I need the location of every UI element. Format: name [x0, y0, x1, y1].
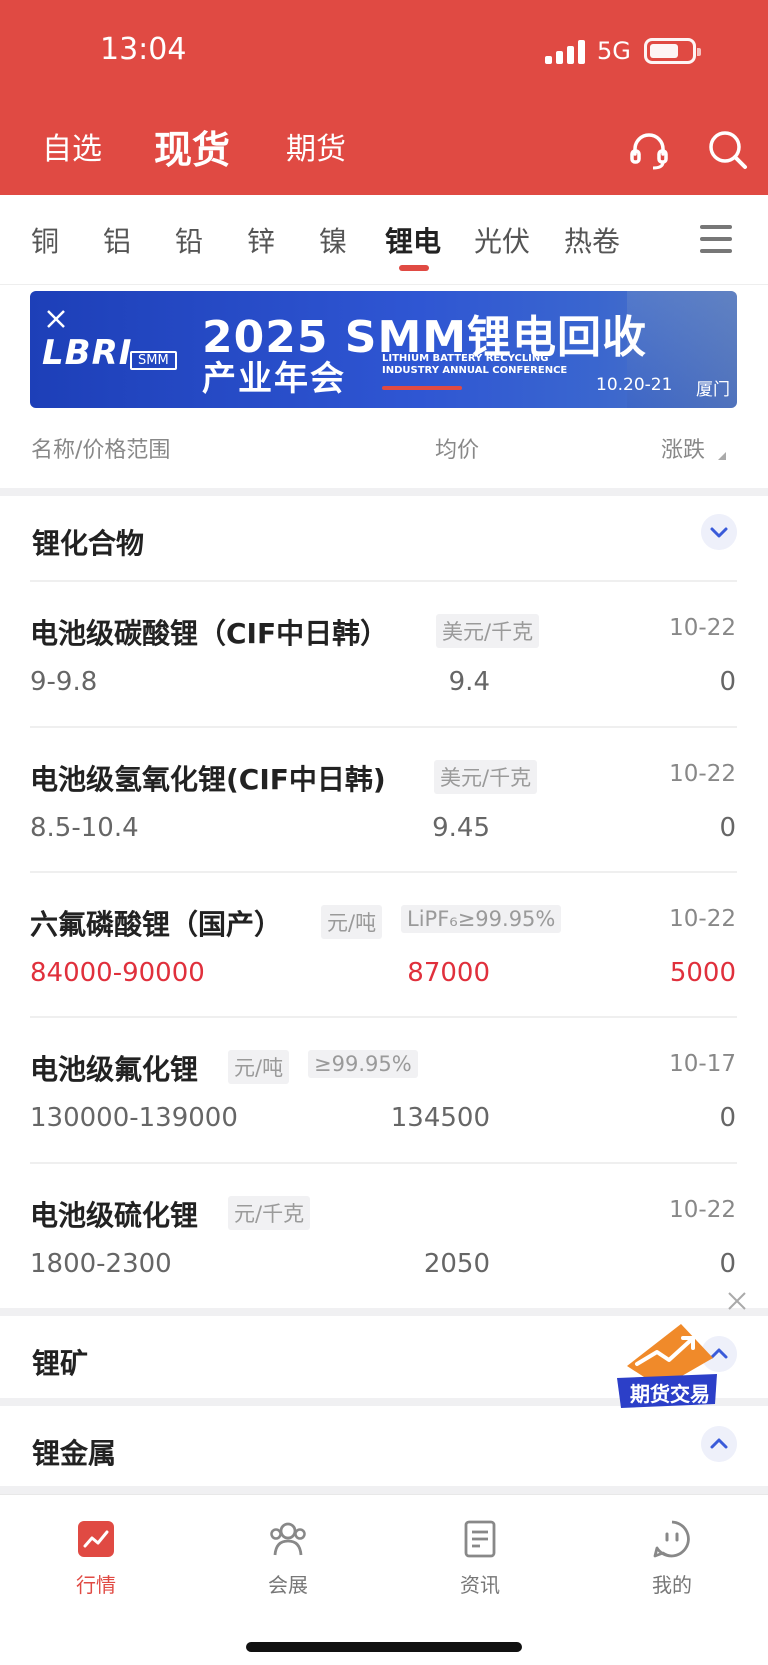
category-photovoltaic[interactable]: 光伏 [474, 220, 530, 260]
market-chart-icon [78, 1521, 114, 1557]
average-price: 2050 [423, 1249, 490, 1279]
unit-tag: 元/吨 [228, 1050, 290, 1084]
category-aluminum[interactable]: 铝 [103, 220, 131, 260]
average-price: 9.4 [448, 667, 490, 697]
row-divider [30, 580, 737, 582]
nav-exhibition[interactable]: 会展 [238, 1519, 338, 1598]
cell-signal-icon [545, 40, 585, 64]
banner-title-line2: 产业年会 [202, 359, 346, 399]
row-divider [30, 871, 737, 873]
category-lead[interactable]: 铅 [175, 220, 203, 260]
price-range: 9-9.8 [30, 667, 98, 697]
price-date: 10-22 [669, 906, 736, 932]
unit-tag: 美元/千克 [436, 614, 540, 648]
price-range: 8.5-10.4 [30, 813, 139, 843]
average-price: 87000 [407, 958, 490, 988]
section-title-lithium-metal[interactable]: 锂金属 [32, 1432, 116, 1472]
nav-label: 行情 [76, 1573, 116, 1597]
search-icon[interactable] [706, 128, 750, 172]
section-divider [0, 1486, 768, 1494]
column-header-name: 名称/价格范围 [31, 438, 171, 463]
chevron-up-icon[interactable] [701, 1426, 737, 1462]
home-indicator[interactable] [246, 1642, 522, 1652]
nav-market[interactable]: 行情 [46, 1519, 146, 1598]
banner-logo: LBRI [42, 333, 133, 373]
section-divider [0, 488, 768, 496]
row-divider [30, 726, 737, 728]
row-divider [30, 1162, 737, 1164]
hamburger-menu-icon[interactable] [700, 225, 732, 253]
profile-face-icon [653, 1520, 690, 1558]
active-tab-indicator [399, 265, 429, 271]
bottom-navigation: 行情 会展 资讯 我的 [0, 1494, 768, 1665]
network-type: 5G [597, 37, 631, 65]
banner-city: 厦门 [696, 380, 730, 400]
status-time: 13:04 [100, 32, 187, 67]
column-header-avg: 均价 [435, 438, 480, 463]
category-copper[interactable]: 铜 [31, 220, 59, 260]
people-icon [270, 1522, 306, 1556]
average-price: 9.45 [432, 813, 490, 843]
nav-label: 资讯 [460, 1573, 500, 1597]
price-change: 0 [719, 667, 736, 697]
product-name: 六氟磷酸锂（国产） [30, 908, 283, 941]
battery-icon [644, 38, 701, 64]
product-name: 电池级碳酸锂（CIF中日韩） [30, 617, 389, 650]
price-range: 84000-90000 [30, 958, 205, 988]
chevron-down-icon[interactable] [701, 514, 737, 550]
price-change: 5000 [669, 958, 736, 988]
unit-tag: 元/千克 [228, 1196, 311, 1230]
tab-spot[interactable]: 现货 [154, 119, 230, 174]
banner-english-text: LITHIUM BATTERY RECYCLING INDUSTRY ANNUA… [382, 353, 568, 376]
section-title-lithium-compounds[interactable]: 锂化合物 [32, 522, 144, 562]
tab-watchlist[interactable]: 自选 [42, 124, 102, 168]
category-lithium-battery[interactable]: 锂电 [385, 220, 441, 260]
section-divider [0, 1308, 768, 1316]
price-date: 10-22 [669, 615, 736, 641]
nav-label: 我的 [652, 1573, 692, 1597]
banner-decoration [382, 386, 462, 390]
category-hot-rolled-coil[interactable]: 热卷 [564, 220, 620, 260]
category-bar: 铜 铝 铅 锌 镍 锂电 光伏 热卷 [0, 195, 768, 285]
price-range: 130000-139000 [30, 1103, 238, 1133]
tab-futures[interactable]: 期货 [286, 124, 346, 168]
price-change: 0 [719, 1249, 736, 1279]
close-icon[interactable] [726, 1290, 748, 1312]
banner-date: 10.20-21 [596, 375, 673, 395]
sort-icon[interactable] [718, 452, 726, 460]
futures-trading-badge[interactable]: 期货交易 [617, 1318, 721, 1413]
product-name: 电池级硫化锂 [30, 1199, 199, 1232]
futures-trading-label: 期货交易 [630, 1382, 710, 1406]
price-date: 10-22 [669, 1197, 736, 1223]
nav-label: 会展 [268, 1573, 308, 1597]
category-nickel[interactable]: 镍 [319, 220, 347, 260]
nav-profile[interactable]: 我的 [622, 1519, 722, 1598]
headset-icon[interactable] [627, 128, 671, 172]
section-title-lithium-ore[interactable]: 锂矿 [32, 1342, 88, 1382]
unit-tag: 元/吨 [321, 905, 383, 939]
category-zinc[interactable]: 锌 [247, 220, 275, 260]
spec-tag: ≥99.95% [308, 1050, 418, 1078]
nav-news[interactable]: 资讯 [430, 1519, 530, 1598]
price-change: 0 [719, 1103, 736, 1133]
price-change: 0 [719, 813, 736, 843]
banner-logo-sub: SMM [130, 351, 177, 370]
price-date: 10-17 [669, 1051, 736, 1077]
conference-banner[interactable]: LBRI SMM 2025 SMM锂电回收 产业年会 LITHIUM BATTE… [30, 291, 737, 408]
price-range: 1800-2300 [30, 1249, 172, 1279]
top-header: 13:04 5G 自选 现货 期货 [0, 0, 768, 195]
close-icon[interactable] [44, 307, 68, 331]
spec-tag: LiPF₆≥99.95% [401, 905, 562, 933]
price-date: 10-22 [669, 761, 736, 787]
product-name: 电池级氢氧化锂(CIF中日韩) [30, 763, 386, 796]
news-icon [464, 1520, 496, 1558]
column-header-change[interactable]: 涨跌 [661, 432, 705, 464]
unit-tag: 美元/千克 [434, 760, 538, 794]
average-price: 134500 [390, 1103, 490, 1133]
row-divider [30, 1016, 737, 1018]
product-name: 电池级氟化锂 [30, 1053, 199, 1086]
